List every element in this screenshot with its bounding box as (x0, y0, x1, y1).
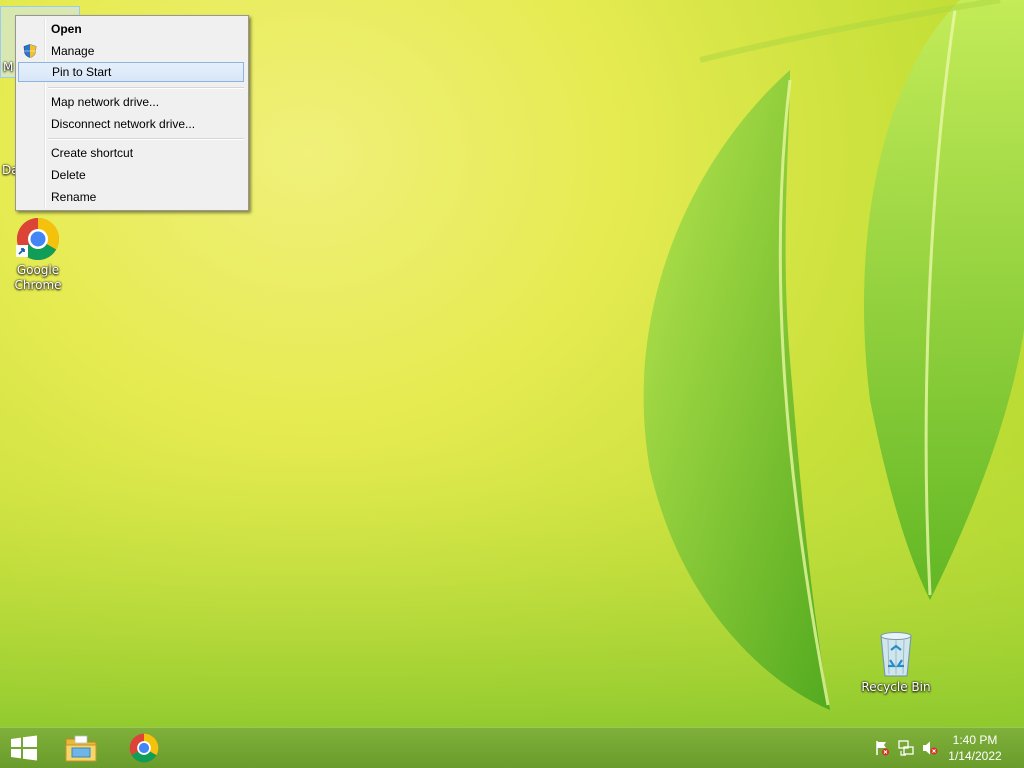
computer-icon-label-partial[interactable]: M (3, 60, 13, 74)
taskbar: 1:40 PM 1/14/2022 (0, 727, 1024, 768)
chrome-label-line1: Google (16, 263, 60, 277)
chrome-desktop-shortcut[interactable]: Google Chrome (2, 217, 74, 293)
chrome-label-line2: Chrome (14, 278, 62, 292)
recycle-bin-label: Recycle Bin (861, 680, 931, 694)
menu-item-create-shortcut[interactable]: Create shortcut (18, 143, 244, 163)
menu-item-pin-to-start[interactable]: Pin to Start (18, 62, 244, 82)
clock-date: 1/14/2022 (948, 749, 1002, 763)
menu-item-open[interactable]: Open (18, 19, 244, 39)
start-button[interactable] (0, 728, 48, 768)
chrome-icon (16, 218, 60, 261)
menu-separator (48, 87, 244, 89)
menu-item-manage-label: Manage (51, 44, 95, 58)
recycle-bin-icon (880, 632, 912, 677)
menu-item-rename[interactable]: Rename (18, 187, 244, 207)
clock-time: 1:40 PM (952, 733, 998, 747)
taskbar-file-explorer[interactable] (53, 728, 109, 768)
file-explorer-icon (65, 735, 97, 762)
taskbar-clock[interactable]: 1:40 PM 1/14/2022 (940, 732, 1010, 764)
volume-muted-icon[interactable] (922, 740, 938, 756)
menu-item-delete[interactable]: Delete (18, 165, 244, 185)
menu-item-manage[interactable]: Manage (18, 41, 244, 61)
windows-logo-icon (11, 735, 37, 761)
recycle-bin-desktop-icon[interactable]: Recycle Bin (860, 630, 932, 695)
menu-item-map-network-drive[interactable]: Map network drive... (18, 92, 244, 112)
chrome-icon (129, 733, 159, 763)
menu-separator (48, 138, 244, 140)
context-menu: Open Manage Pin to Start Map network dri… (15, 15, 249, 211)
action-center-flag-icon[interactable] (874, 740, 890, 756)
menu-item-disconnect-network-drive[interactable]: Disconnect network drive... (18, 114, 244, 134)
uac-shield-icon (23, 44, 37, 58)
network-icon[interactable] (898, 740, 914, 756)
taskbar-chrome[interactable] (116, 728, 172, 768)
